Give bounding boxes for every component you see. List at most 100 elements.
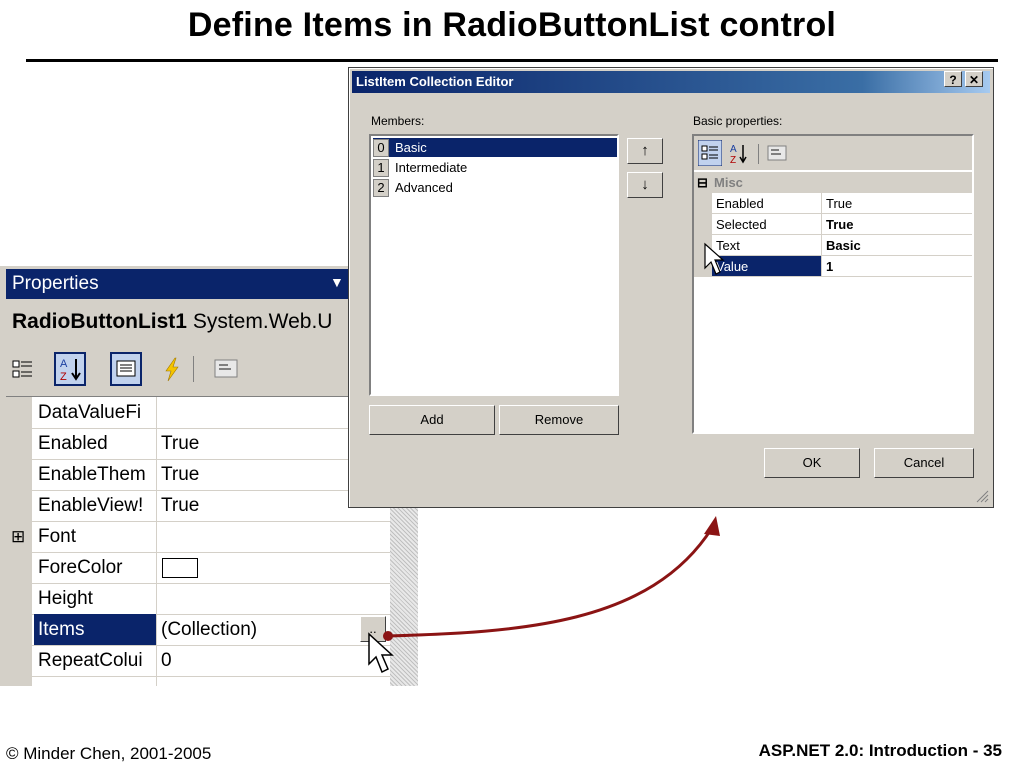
property-row[interactable]: EnableThem True	[6, 459, 390, 491]
property-name	[34, 676, 157, 686]
property-name: DataValueFi	[34, 397, 157, 428]
move-down-button[interactable]: ↓	[627, 172, 663, 198]
mouse-cursor-icon	[368, 632, 394, 674]
property-name: Value	[712, 256, 822, 277]
categorized-icon	[12, 360, 32, 378]
property-name: Height	[34, 583, 157, 614]
property-grid: DataValueFi Enabled True EnableThem True…	[6, 396, 390, 686]
members-label: Members:	[371, 114, 425, 128]
arrow-up-icon: ↑	[641, 142, 649, 159]
properties-view-button[interactable]	[110, 352, 142, 386]
item-text: Intermediate	[395, 160, 468, 175]
cancel-button[interactable]: Cancel	[874, 448, 974, 478]
properties-title: Properties	[12, 273, 99, 294]
item-index: 2	[373, 179, 389, 197]
basic-properties-label: Basic properties:	[693, 114, 783, 128]
remove-button[interactable]: Remove	[499, 405, 619, 435]
property-row[interactable]: Height	[6, 583, 390, 615]
item-text: Advanced	[395, 180, 453, 195]
sort-az-icon: A Z	[60, 358, 81, 383]
svg-text:A: A	[730, 144, 737, 155]
property-value[interactable]	[156, 552, 393, 583]
property-list-icon	[116, 360, 136, 377]
property-name: EnableView!	[34, 490, 157, 521]
property-value[interactable]: True	[822, 193, 972, 214]
property-name: EnableThem	[34, 459, 157, 490]
property-row[interactable]: DataValueFi	[6, 397, 390, 429]
list-item[interactable]: 1 Intermediate	[373, 158, 617, 177]
property-pages-icon[interactable]	[766, 140, 790, 166]
category-name: Misc	[714, 175, 743, 190]
property-value[interactable]	[156, 676, 393, 686]
members-list[interactable]: 0 Basic 1 Intermediate 2 Advanced	[369, 134, 619, 396]
property-row[interactable]: EnableView! True	[6, 490, 390, 522]
property-value[interactable]: (Collection)	[156, 614, 393, 645]
toolbar-separator	[192, 352, 196, 386]
move-up-button[interactable]: ↑	[627, 138, 663, 164]
item-property-row[interactable]: Text Basic	[694, 235, 972, 256]
alphabetical-button[interactable]: A Z	[54, 352, 86, 386]
dialog-titlebar[interactable]: ListItem Collection Editor	[352, 71, 990, 93]
sort-az-icon[interactable]: A Z	[728, 140, 752, 166]
property-value[interactable]: 0	[156, 645, 393, 676]
property-pages-button[interactable]	[210, 352, 242, 386]
property-row[interactable]: ⊞ Font	[6, 521, 390, 553]
dropdown-arrow-icon[interactable]: ▼	[330, 274, 344, 290]
footer-page-label: ASP.NET 2.0: Introduction - 35	[758, 741, 1002, 760]
property-name: Enabled	[712, 193, 822, 214]
properties-titlebar[interactable]: Properties	[6, 269, 351, 299]
collapse-icon[interactable]: ⊟	[697, 172, 708, 193]
item-property-row[interactable]: Enabled True	[694, 193, 972, 214]
property-name: Items	[34, 614, 157, 645]
color-swatch	[162, 558, 198, 578]
object-selector[interactable]: RadioButtonList1 System.Web.U	[12, 310, 332, 334]
mouse-cursor-icon	[704, 242, 725, 275]
add-button[interactable]: Add	[369, 405, 495, 435]
arrow-down-icon: ↓	[641, 176, 649, 193]
footer-copyright: © Minder Chen, 2001-2005	[6, 744, 212, 763]
property-row[interactable]: Enabled True	[6, 428, 390, 460]
item-property-row-value[interactable]: Value 1	[694, 256, 972, 277]
ok-button[interactable]: OK	[764, 448, 860, 478]
property-name: Font	[34, 521, 157, 552]
help-button[interactable]: ?	[944, 71, 962, 87]
properties-toolbar: A Z	[6, 352, 351, 388]
property-value[interactable]: Basic	[822, 235, 972, 256]
toolbar-separator	[758, 144, 759, 164]
item-property-toolbar: A Z	[694, 136, 972, 170]
property-value[interactable]: 1	[822, 256, 972, 277]
property-value[interactable]	[156, 583, 393, 614]
svg-text:Z: Z	[730, 155, 736, 166]
property-row[interactable]: ForeColor	[6, 552, 390, 584]
slide-title: Define Items in RadioButtonList control	[187, 6, 837, 44]
property-value[interactable]	[156, 521, 393, 552]
resize-grip-icon[interactable]	[975, 489, 989, 503]
property-name: ForeColor	[34, 552, 157, 583]
svg-text:A: A	[60, 358, 68, 370]
property-name: Enabled	[34, 428, 157, 459]
object-type: System.Web.U	[192, 310, 333, 333]
dialog-title: ListItem Collection Editor	[356, 74, 514, 89]
property-row[interactable]	[6, 676, 390, 686]
title-rule	[26, 59, 998, 62]
events-button[interactable]	[156, 352, 188, 386]
item-index: 1	[373, 159, 389, 177]
property-value[interactable]: True	[822, 214, 972, 235]
categorized-button[interactable]	[6, 352, 38, 386]
collection-editor-dialog: ListItem Collection Editor ? ✕ Members: …	[348, 67, 994, 508]
category-row[interactable]: ⊟ Misc	[694, 172, 972, 193]
lightning-icon	[165, 357, 179, 382]
property-pages-icon	[214, 359, 238, 378]
close-button[interactable]: ✕	[965, 71, 983, 87]
property-name: Text	[712, 235, 822, 256]
object-name: RadioButtonList1	[12, 310, 187, 333]
item-text: Basic	[395, 140, 427, 155]
property-name: RepeatColui	[34, 645, 157, 676]
expand-icon[interactable]: ⊞	[11, 521, 25, 552]
property-row[interactable]: RepeatColui 0	[6, 645, 390, 677]
list-item[interactable]: 2 Advanced	[373, 178, 617, 197]
categorized-icon[interactable]	[698, 140, 722, 166]
property-row-items[interactable]: Items (Collection) ..	[6, 614, 390, 646]
list-item[interactable]: 0 Basic	[373, 138, 617, 157]
item-property-row[interactable]: Selected True	[694, 214, 972, 235]
